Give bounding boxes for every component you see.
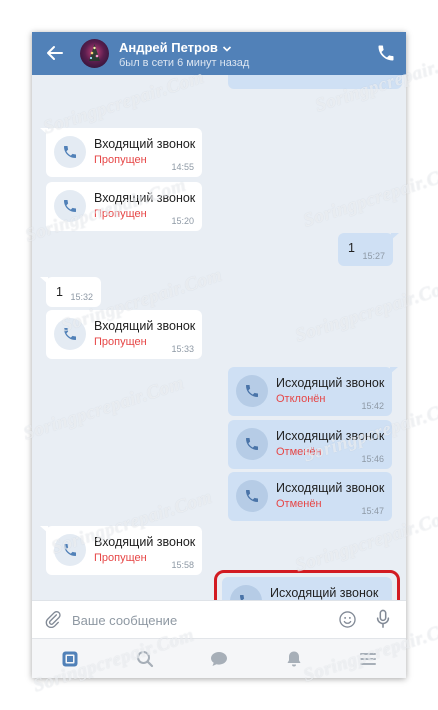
phone-icon <box>54 136 86 168</box>
call-title: Входящий звонок <box>94 319 196 333</box>
phone-icon <box>54 190 86 222</box>
chat-history[interactable]: Входящий звонок Пропущен 14:55 Входящий зво… <box>32 75 406 600</box>
message-time: 15:46 <box>361 454 384 464</box>
phone-icon <box>236 375 268 407</box>
message-input[interactable] <box>70 606 334 634</box>
chevron-down-icon <box>222 41 232 56</box>
tab-search-icon[interactable] <box>135 649 155 669</box>
call-message-bubble[interactable]: Входящий звонок Пропущен 15:33 <box>46 310 202 359</box>
call-title: Входящий звонок <box>94 191 196 205</box>
call-message-bubble[interactable]: Входящий звонок Пропущен 15:58 <box>40 526 202 575</box>
chat-header: Андрей Петров был в сети 6 минут назад <box>32 32 406 75</box>
text-message-bubble[interactable]: 1 15:27 <box>338 233 399 266</box>
phone-icon <box>236 428 268 460</box>
call-status: Пропущен <box>94 154 147 166</box>
contact-name[interactable]: Андрей Петров <box>119 40 232 56</box>
message-time: 15:47 <box>361 506 384 516</box>
call-status: Пропущен <box>94 552 147 564</box>
message-time: 15:32 <box>70 292 93 302</box>
avatar[interactable] <box>80 39 109 68</box>
message-time: 15:33 <box>171 344 194 354</box>
contact-status: был в сети 6 минут назад <box>119 57 250 69</box>
call-title: Исходящий звонок <box>276 429 385 443</box>
paperclip-icon[interactable] <box>44 610 62 629</box>
call-message-bubble[interactable]: Исходящий звонок Отменён 15:47 <box>228 472 392 521</box>
bottom-tab-bar <box>32 638 406 678</box>
message-text: 1 <box>56 285 63 299</box>
call-status: Отклонён <box>276 393 326 405</box>
call-message-bubble[interactable]: Исходящий звонок Отменён 15:46 <box>228 420 392 469</box>
previous-message-bubble <box>228 75 402 89</box>
message-time: 15:27 <box>362 251 385 261</box>
message-text: 1 <box>348 241 355 255</box>
call-message-bubble[interactable]: Входящий звонок Пропущен 15:20 <box>46 182 202 231</box>
message-time: 14:55 <box>171 162 194 172</box>
phone-call-icon[interactable] <box>376 43 396 63</box>
microphone-icon[interactable] <box>374 609 392 629</box>
call-title: Входящий звонок <box>94 535 196 549</box>
phone-screen: Андрей Петров был в сети 6 минут назад В… <box>32 32 406 678</box>
call-title: Исходящий звонок <box>276 481 385 495</box>
back-arrow-icon[interactable] <box>44 42 66 64</box>
phone-icon <box>54 318 86 350</box>
message-time: 15:20 <box>171 216 194 226</box>
phone-icon <box>54 534 86 566</box>
message-time: 15:58 <box>171 560 194 570</box>
message-time: 15:42 <box>361 401 384 411</box>
call-status: Отменён <box>276 498 322 510</box>
tab-messages-icon[interactable] <box>209 649 229 669</box>
message-composer <box>32 600 406 638</box>
call-message-bubble[interactable]: Входящий звонок Пропущен 14:55 <box>40 128 202 177</box>
tab-notifications-icon[interactable] <box>284 649 304 669</box>
call-status: Пропущен <box>94 336 147 348</box>
call-title: Входящий звонок <box>94 137 196 151</box>
highlight-frame <box>214 570 400 600</box>
text-message-bubble[interactable]: 1 15:32 <box>40 277 101 307</box>
call-status: Отменён <box>276 446 322 458</box>
call-status: Пропущен <box>94 208 147 220</box>
phone-icon <box>236 480 268 512</box>
contact-name-text: Андрей Петров <box>119 40 218 55</box>
call-message-bubble[interactable]: Исходящий звонок Отклонён 15:42 <box>228 367 398 416</box>
tab-menu-icon[interactable] <box>358 649 378 669</box>
call-title: Исходящий звонок <box>276 376 385 390</box>
emoji-icon[interactable] <box>338 610 357 629</box>
tab-news-icon[interactable] <box>60 649 80 669</box>
